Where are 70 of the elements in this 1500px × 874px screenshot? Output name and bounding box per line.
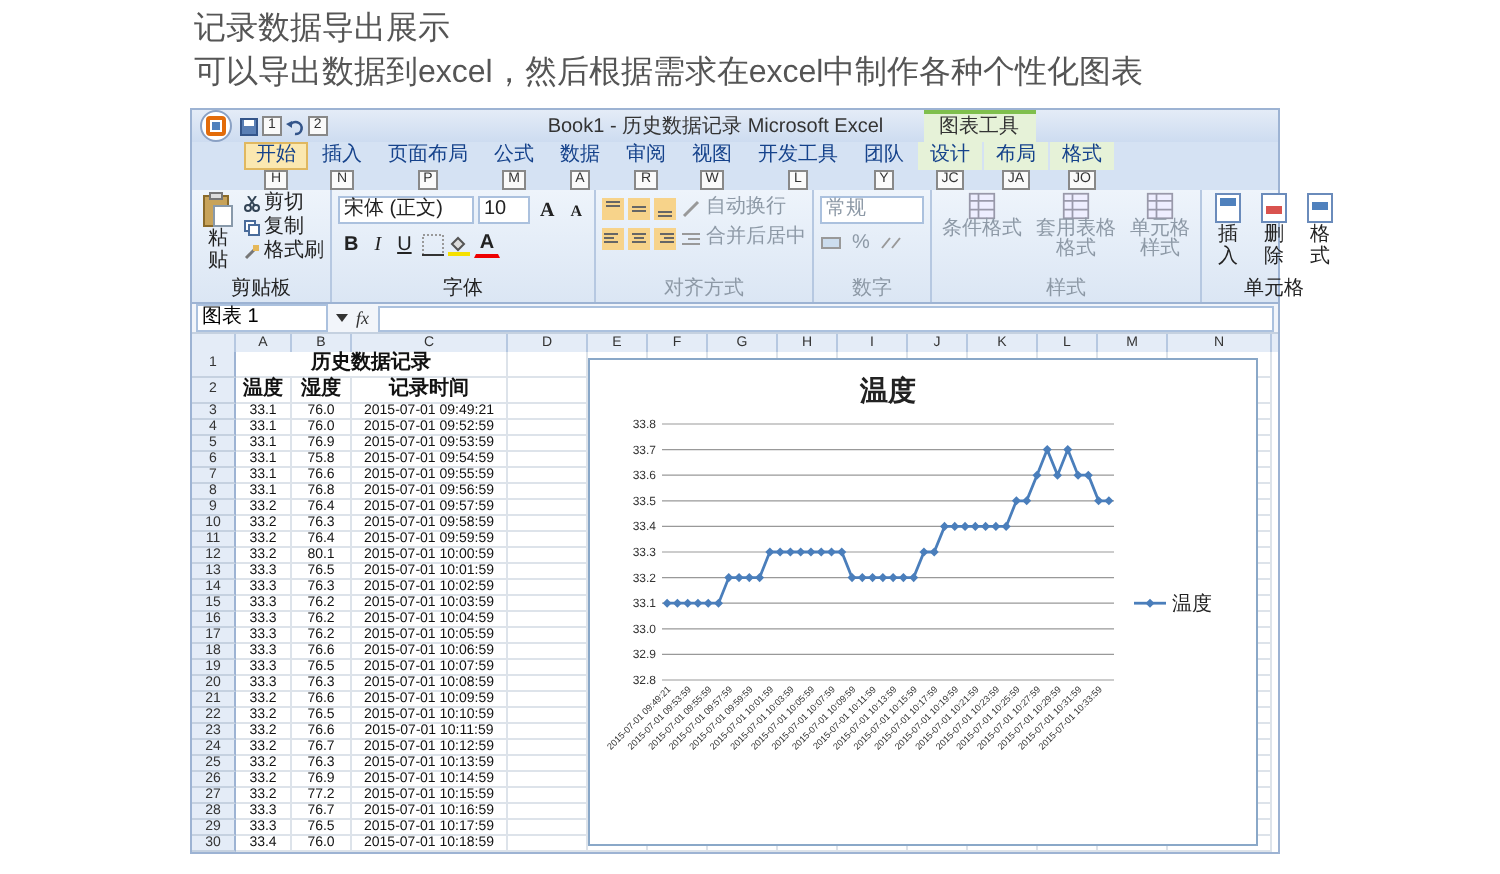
ribbon-tab[interactable]: 开始 [244,142,308,170]
cells-button[interactable]: 删除 [1254,192,1295,268]
ribbon-tab[interactable]: 设计 [918,142,982,170]
formula-field[interactable] [377,305,1274,331]
group-label: 对齐方式 [662,278,747,302]
align-icon[interactable] [654,197,677,219]
context-tab-group: 图表工具 [923,110,1036,142]
group-label: 剪贴板 [229,278,293,302]
scissors-icon [244,196,260,212]
ribbon-tab[interactable]: 格式 [1050,142,1114,170]
shrink-font-button[interactable]: A [564,197,589,223]
fill-color-icon[interactable] [447,233,470,255]
ribbon-tab[interactable]: 数据 [548,142,612,170]
align-icon[interactable] [628,227,651,249]
ribbon-tab[interactable]: 开发工具 [746,142,850,170]
align-icon[interactable] [602,227,625,249]
format-cells-icon [1304,192,1337,224]
format-painter-button[interactable]: 格式刷 [244,240,324,264]
group-label: 单元格 [1242,278,1307,302]
function-button[interactable]: fx [356,308,369,328]
column-title-cell: 记录时间 [389,378,469,400]
brush-icon [244,244,260,260]
undo-icon[interactable] [285,117,304,135]
ribbon-tab[interactable]: 视图 [680,142,744,170]
save-icon[interactable] [240,117,258,135]
ribbon-tab[interactable]: 团队 [852,142,916,170]
paste-button[interactable]: 粘贴 [198,192,238,272]
bold-button[interactable]: B [338,231,365,257]
italic-button[interactable]: I [368,231,388,257]
paste-icon [202,192,234,228]
sheet-title-cell: 历史数据记录 [311,352,431,374]
orientation-icon[interactable] [680,197,703,219]
name-box[interactable]: 图表 1 [196,304,328,332]
cells-button[interactable]: 格式 [1300,192,1341,268]
office-button[interactable] [200,110,232,142]
copy-button[interactable]: 复制 [244,216,324,240]
line-chart[interactable] [588,358,1258,846]
table-style-icon [1062,192,1091,220]
conditional-format-icon [968,192,997,220]
cell-style-icon [1146,192,1175,220]
cut-button[interactable]: 剪切 [244,192,324,216]
group-label: 数字 [850,278,895,302]
legend-marker-icon [1134,598,1166,608]
border-icon[interactable] [421,233,444,255]
copy-icon [244,220,260,236]
legend-label: 温度 [1172,594,1212,617]
insert-cells-icon [1212,192,1245,224]
group-label: 样式 [1044,278,1089,302]
column-title-cell: 温度 [243,378,283,400]
font-color-button[interactable]: A [473,230,501,258]
grow-font-button[interactable]: A [534,197,561,223]
chart-title: 温度 [860,374,916,406]
window-title: Book1 - 历史数据记录 Microsoft Excel [547,113,884,140]
group-label: 字体 [441,278,485,302]
column-title-cell: 湿度 [301,378,341,400]
align-icon[interactable] [628,197,651,219]
caret-icon[interactable] [336,313,348,323]
ribbon-tab[interactable]: 布局 [984,142,1048,170]
cells-button[interactable]: 插入 [1208,192,1249,268]
page-heading: 记录数据导出展示 [194,9,452,50]
ribbon-tab[interactable]: 插入 [310,142,374,170]
ribbon-tab[interactable]: 公式 [482,142,546,170]
font-name-box[interactable]: 宋体 (正文) [338,196,474,224]
underline-button[interactable]: U [391,231,418,257]
align-icon[interactable] [602,197,625,219]
page-subheading: 可以导出数据到excel，然后根据需求在excel中制作各种个性化图表 [194,53,1146,94]
ribbon-tab[interactable]: 页面布局 [376,142,480,170]
ribbon-tab[interactable]: 审阅 [614,142,678,170]
font-size-box[interactable]: 10 [478,196,530,224]
align-icon[interactable] [654,227,677,249]
